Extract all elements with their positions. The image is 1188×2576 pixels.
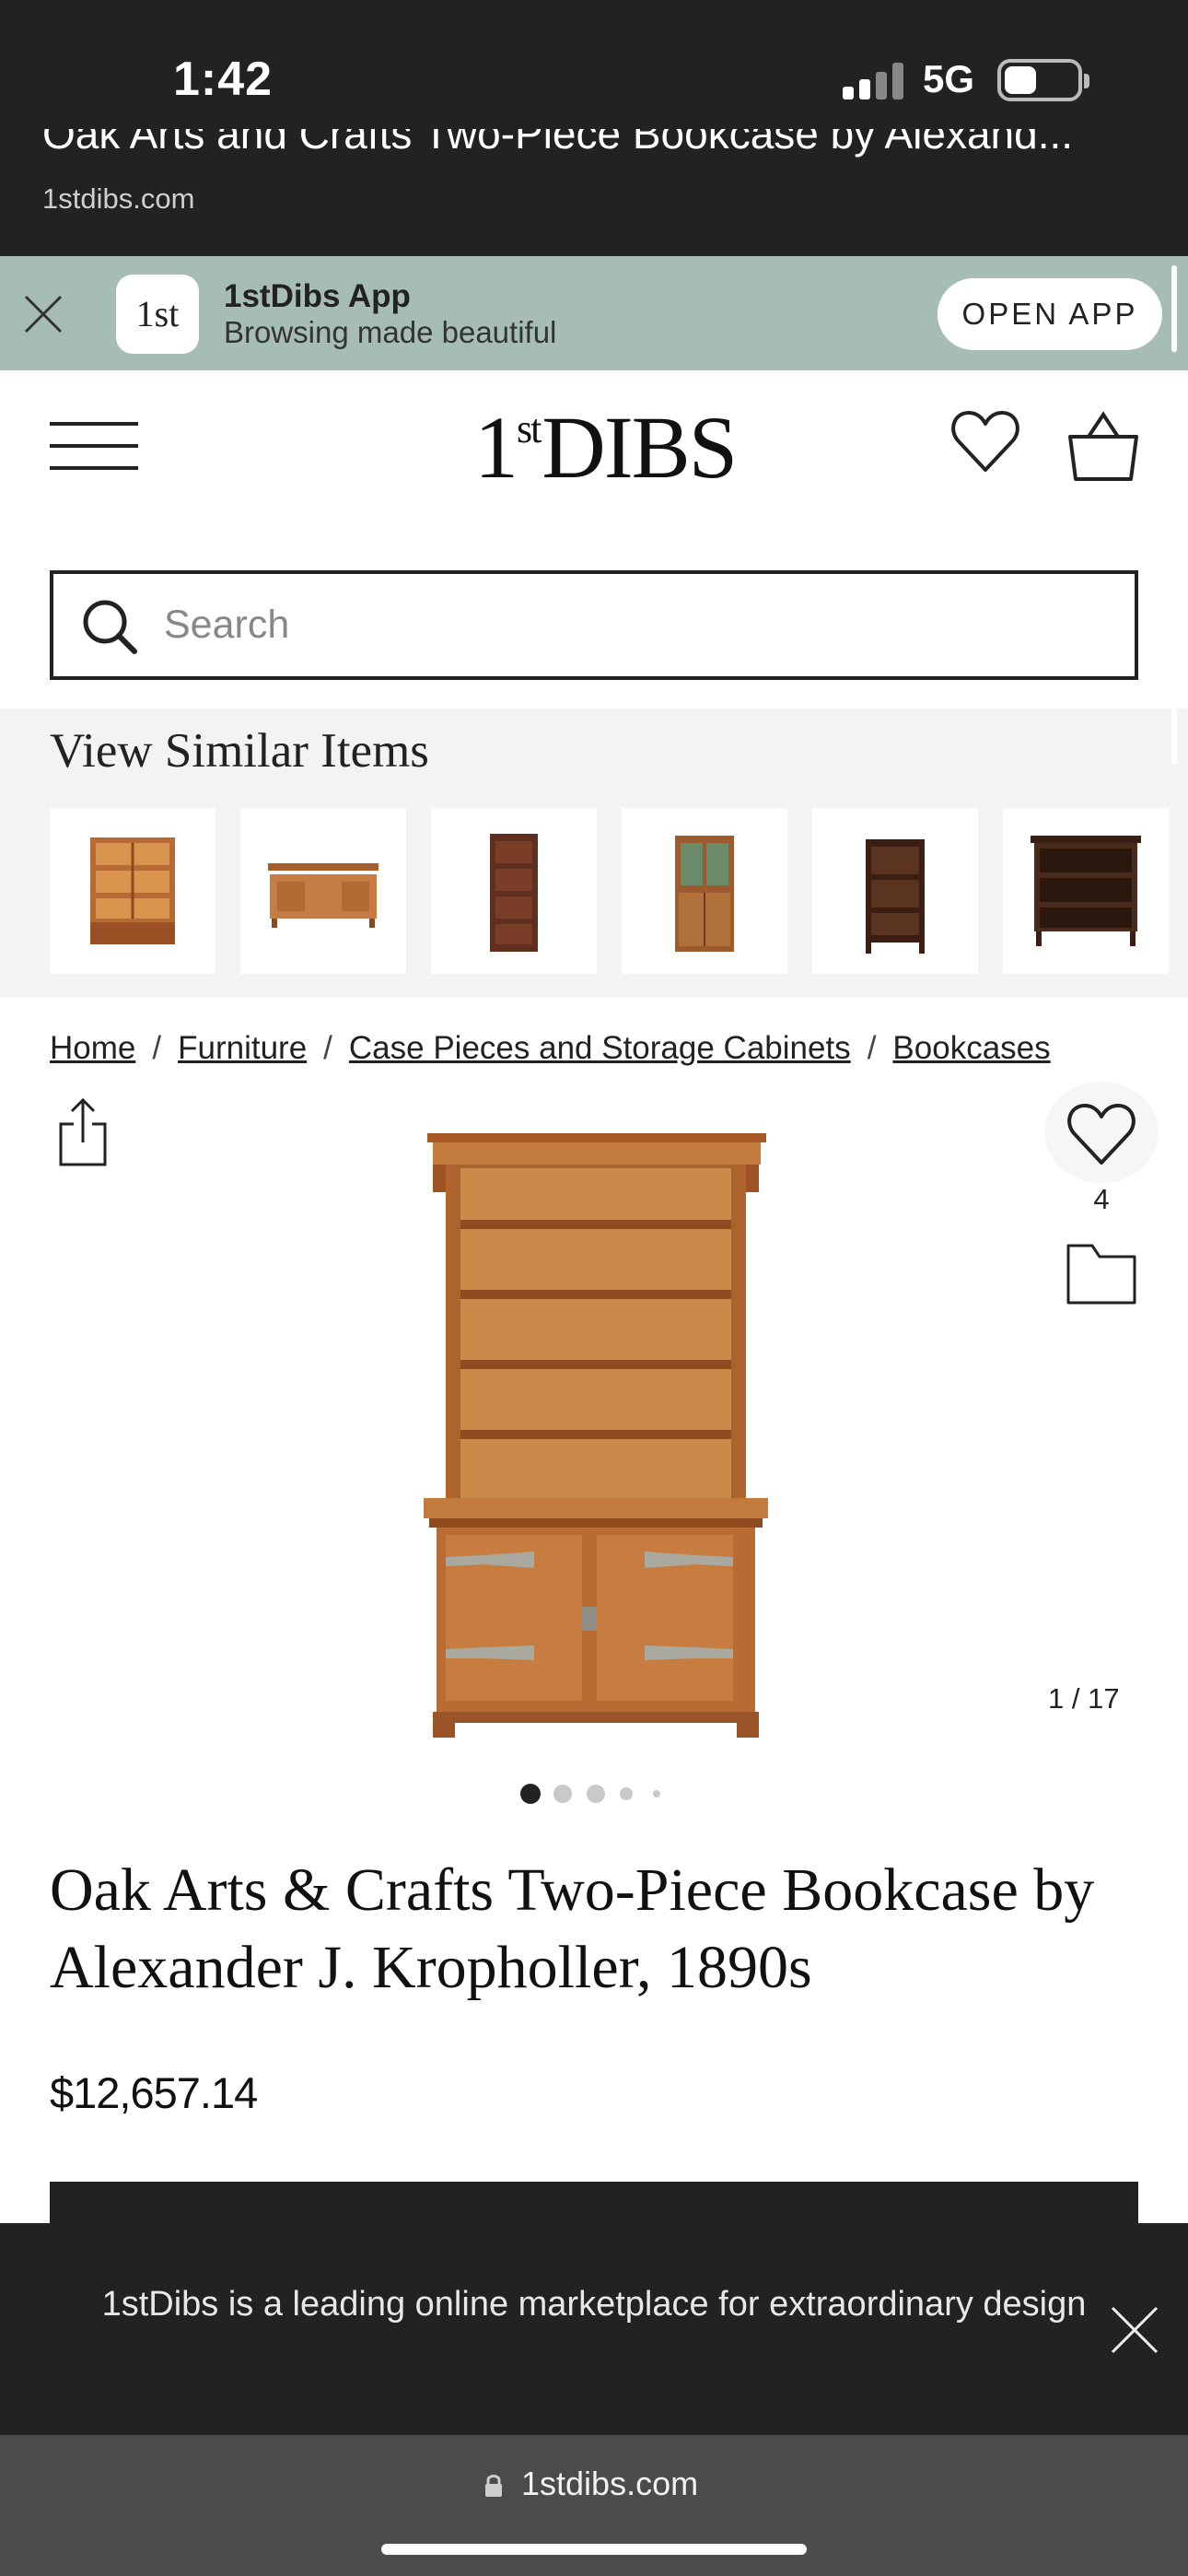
bookcase-image [1031, 836, 1141, 946]
lock-icon [485, 2475, 502, 2497]
similar-item-2[interactable] [240, 808, 406, 974]
breadcrumb-furniture[interactable]: Furniture [178, 1030, 307, 1066]
similar-item-5[interactable] [812, 808, 978, 974]
similar-item-4[interactable] [622, 808, 787, 974]
logo-digit: 1 [474, 398, 518, 497]
app-banner: 1st 1stDibs App Browsing made beautiful … [0, 256, 1188, 370]
folder-icon[interactable] [1065, 1242, 1138, 1306]
signal-icon [843, 63, 903, 100]
breadcrumb-separator: / [323, 1030, 332, 1066]
heart-icon [1067, 1104, 1136, 1165]
share-icon[interactable] [55, 1096, 111, 1168]
bookcase-image [866, 839, 925, 954]
carousel-dot[interactable] [587, 1785, 605, 1803]
open-app-button[interactable]: OPEN APP [938, 278, 1162, 350]
similar-item-1[interactable] [50, 808, 215, 974]
favorite-button[interactable] [1044, 1082, 1159, 1183]
breadcrumb-case-pieces[interactable]: Case Pieces and Storage Cabinets [349, 1030, 851, 1066]
sideboard-image [268, 863, 379, 928]
logo-word: DIBS [542, 398, 738, 497]
bookcase-image [490, 834, 538, 952]
similar-items-section: View Similar Items [0, 708, 1188, 998]
home-indicator [381, 2544, 807, 2555]
cookie-notice: 1stDibs is a leading online marketplace … [0, 2223, 1188, 2435]
status-and-title-bar: 1:42 5G Oak Arts and Crafts Two-Piece Bo… [0, 0, 1188, 256]
network-label: 5G [923, 57, 975, 100]
menu-icon[interactable] [50, 422, 138, 470]
battery-icon [997, 59, 1089, 101]
app-logo: 1st [116, 275, 199, 354]
notice-text: 1stDibs is a leading online marketplace … [101, 2285, 1087, 2324]
close-icon[interactable] [1109, 2304, 1160, 2356]
search-icon [83, 600, 137, 654]
carousel-dot[interactable] [553, 1785, 572, 1803]
favorites-count: 4 [1093, 1183, 1110, 1215]
bag-icon[interactable] [1066, 411, 1140, 483]
url-text[interactable]: 1stdibs.com [521, 2465, 698, 2503]
breadcrumb-separator: / [867, 1030, 877, 1066]
app-logo-text: 1st [135, 293, 180, 334]
carousel-dot-active[interactable] [520, 1784, 541, 1804]
app-tagline: Browsing made beautiful [224, 315, 557, 349]
logo-sup: st [517, 406, 542, 451]
page-title-text: Oak Arts and Crafts Two-Piece Bookcase b… [42, 129, 1074, 158]
search-input[interactable] [164, 574, 1103, 676]
breadcrumb-bookcases[interactable]: Bookcases [892, 1030, 1050, 1066]
scrollbar [1171, 265, 1177, 352]
image-counter: 1 / 17 [1048, 1682, 1120, 1715]
similar-item-3[interactable] [431, 808, 597, 974]
cabinet-image [675, 836, 734, 952]
browser-address-bar[interactable]: 1stdibs.com [0, 2435, 1188, 2576]
heart-icon[interactable] [949, 405, 1022, 479]
breadcrumb-separator: / [152, 1030, 162, 1066]
similar-item-6[interactable] [1003, 808, 1169, 974]
close-icon[interactable] [20, 291, 66, 337]
product-title: Oak Arts & Crafts Two-Piece Bookcase by … [50, 1856, 1095, 2001]
page-title-header: Oak Arts and Crafts Two-Piece Bookcase b… [42, 129, 1147, 171]
search-bar[interactable] [50, 570, 1138, 680]
similar-items-title: View Similar Items [50, 724, 429, 778]
status-time: 1:42 [173, 53, 274, 106]
bookcase-image [90, 837, 175, 944]
page-domain: 1stdibs.com [42, 182, 195, 215]
app-name: 1stDibs App [224, 278, 411, 314]
scrollbar [1171, 708, 1177, 764]
site-logo[interactable]: 1stDIBS [474, 396, 738, 498]
carousel-dot[interactable] [620, 1787, 633, 1800]
breadcrumb-home[interactable]: Home [50, 1030, 135, 1066]
breadcrumb: Home / Furniture / Case Pieces and Storage C… [50, 1030, 1051, 1067]
product-image[interactable] [405, 1117, 774, 1743]
carousel-dot[interactable] [653, 1790, 660, 1797]
purchase-button[interactable] [50, 2182, 1138, 2228]
product-price: $12,657.14 [50, 2068, 258, 2117]
